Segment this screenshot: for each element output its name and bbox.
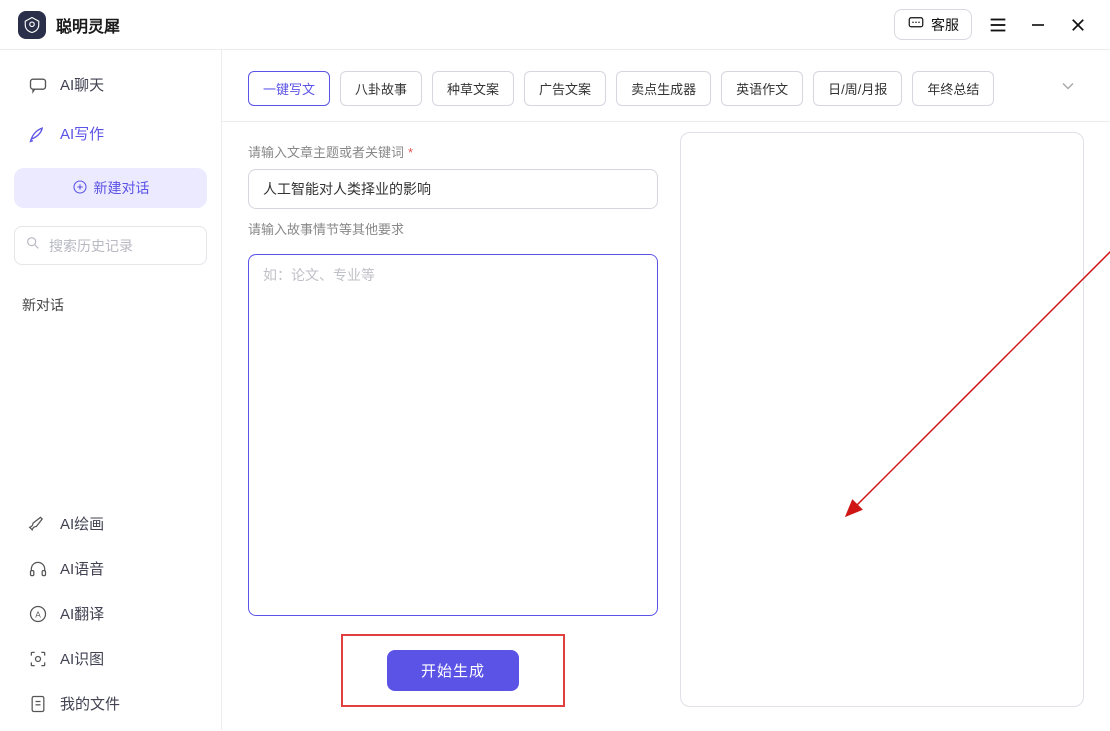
app-logo-icon	[18, 11, 46, 39]
customer-service-button[interactable]: 客服	[894, 9, 972, 40]
main-content: 一键写文 八卦故事 种草文案 广告文案 卖点生成器 英语作文 日/周/月报 年终…	[222, 50, 1110, 730]
chip-english-essay[interactable]: 英语作文	[721, 71, 803, 106]
new-chat-button[interactable]: 新建对话	[14, 168, 207, 208]
nav-label: AI识图	[60, 648, 104, 669]
chevron-down-icon	[1058, 83, 1078, 100]
translate-icon: A	[28, 604, 48, 624]
chip-one-click-write[interactable]: 一键写文	[248, 71, 330, 106]
nav-label: AI聊天	[60, 74, 104, 95]
template-chips-row: 一键写文 八卦故事 种草文案 广告文案 卖点生成器 英语作文 日/周/月报 年终…	[222, 50, 1110, 121]
file-icon	[28, 694, 48, 714]
generate-button[interactable]: 开始生成	[387, 650, 519, 691]
menu-icon[interactable]	[984, 11, 1012, 39]
chip-ad-copy[interactable]: 广告文案	[524, 71, 606, 106]
nav-ai-drawing[interactable]: AI绘画	[14, 503, 207, 544]
nav-ai-image-recognition[interactable]: AI识图	[14, 638, 207, 679]
chip-gossip-story[interactable]: 八卦故事	[340, 71, 422, 106]
image-scan-icon	[28, 649, 48, 669]
close-button[interactable]	[1064, 11, 1092, 39]
chip-selling-point[interactable]: 卖点生成器	[616, 71, 711, 106]
output-panel	[680, 132, 1084, 707]
chip-seeding-copy[interactable]: 种草文案	[432, 71, 514, 106]
nav-ai-writing[interactable]: AI写作	[14, 111, 207, 156]
plus-icon	[72, 179, 88, 198]
nav-label: 我的文件	[60, 693, 120, 714]
headphones-icon	[28, 559, 48, 579]
sidebar: AI聊天 AI写作 新建对话 新对话	[0, 50, 222, 730]
nav-label: AI翻译	[60, 603, 104, 624]
nav-label: AI绘画	[60, 513, 104, 534]
brush-icon	[28, 514, 48, 534]
search-icon	[25, 235, 41, 256]
nav-ai-translate[interactable]: A AI翻译	[14, 593, 207, 634]
pen-icon	[28, 124, 48, 144]
svg-text:A: A	[35, 609, 41, 619]
nav-label: AI写作	[60, 123, 104, 144]
nav-label: AI语音	[60, 558, 104, 579]
chip-year-summary[interactable]: 年终总结	[912, 71, 994, 106]
nav-my-files[interactable]: 我的文件	[14, 683, 207, 724]
search-box[interactable]	[14, 226, 207, 265]
history-item[interactable]: 新对话	[14, 285, 207, 325]
chip-report[interactable]: 日/周/月报	[813, 71, 902, 106]
chips-expand-button[interactable]	[1052, 70, 1084, 107]
extra-label: 请输入故事情节等其他要求	[248, 219, 658, 238]
minimize-button[interactable]	[1024, 11, 1052, 39]
customer-service-label: 客服	[931, 15, 959, 35]
topic-input[interactable]	[248, 169, 658, 209]
topic-label: 请输入文章主题或者关键词*	[248, 142, 658, 161]
chat-icon	[907, 14, 925, 35]
titlebar: 聪明灵犀 客服	[0, 0, 1110, 50]
new-chat-label: 新建对话	[94, 178, 150, 198]
chat-bubble-icon	[28, 75, 48, 95]
nav-ai-voice[interactable]: AI语音	[14, 548, 207, 589]
app-title: 聪明灵犀	[56, 13, 120, 37]
nav-ai-chat[interactable]: AI聊天	[14, 62, 207, 107]
search-input[interactable]	[49, 238, 196, 254]
extra-textarea[interactable]	[263, 265, 643, 605]
generate-highlight-box: 开始生成	[341, 634, 565, 707]
